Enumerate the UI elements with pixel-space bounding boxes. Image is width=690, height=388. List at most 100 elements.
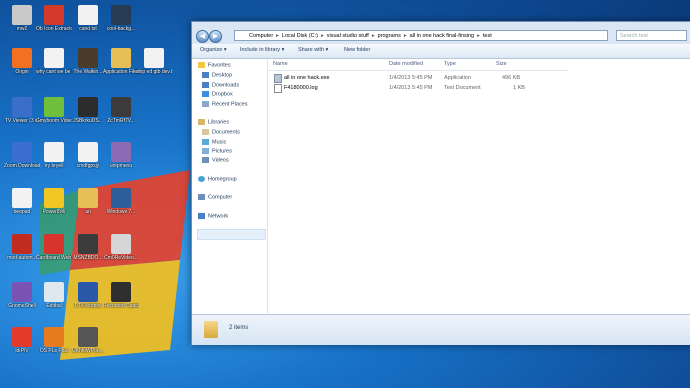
desktop-icon-item[interactable]: UKhIbWPoo... <box>70 327 106 354</box>
forward-button[interactable]: ▶ <box>209 30 222 43</box>
app-icon <box>78 48 98 68</box>
desktop-icon <box>202 72 209 78</box>
desktop-icon-item[interactable]: Windows 7... <box>103 188 139 215</box>
desktop-icon-label: beepad <box>13 209 31 215</box>
desktop-icon-item[interactable]: OS PLs Plus <box>36 327 72 354</box>
desktop-icon-item[interactable]: ship ed gtb dev.tsthis... <box>136 48 172 75</box>
breadcrumb-segment[interactable]: visual studio stuff <box>327 33 369 39</box>
desktop-icon-item[interactable]: TV Viewer (3 s) <box>4 97 40 124</box>
desktop-icon-item[interactable]: GnomeShell <box>4 282 40 309</box>
nav-desktop[interactable]: Desktop <box>202 72 232 78</box>
desktop-icon-label: Editbul <box>46 303 62 309</box>
desktop-icon-item[interactable]: untpmenu <box>103 142 139 169</box>
breadcrumb-separator[interactable]: ▸ <box>369 33 378 39</box>
desktop-icon-item[interactable]: ari <box>70 188 106 215</box>
desktop-icon-item[interactable]: JSBkrkuDS... <box>70 97 106 124</box>
nav-network[interactable]: Network <box>198 213 228 219</box>
file-size: 1 KB <box>513 85 525 91</box>
app-icon <box>44 188 64 208</box>
file-size: 496 KB <box>502 75 521 81</box>
desktop-icon-item[interactable]: MSNZBDO... <box>70 234 106 261</box>
back-button[interactable]: ◀ <box>196 30 209 43</box>
desktop-icon-item[interactable]: cmdfgpxjy <box>70 142 106 169</box>
header-divider <box>268 70 568 71</box>
app-icon <box>44 5 64 25</box>
breadcrumb-separator[interactable]: ▸ <box>318 33 327 39</box>
desktop-icon-item[interactable]: Editbul <box>36 282 72 309</box>
nav-videos[interactable]: Videos <box>202 157 229 163</box>
file-type: Text Document <box>444 85 481 91</box>
desktop-icon-item[interactable]: Recorded Capcard <box>103 282 139 309</box>
desktop-icon-item[interactable]: Zoom Downloader <box>4 142 40 169</box>
desktop-icon-item[interactable]: DTKWrdpsy <box>70 282 106 309</box>
network-icon <box>198 213 205 219</box>
desktop-icon-item[interactable]: Ob Icon Extractor <box>36 5 72 32</box>
desktop-icon-label: Power8Wi <box>42 209 66 215</box>
column-date-modified[interactable]: Date modified <box>389 61 423 67</box>
nav-recent-places[interactable]: Recent Places <box>202 101 247 107</box>
breadcrumb-separator[interactable]: ▸ <box>474 33 483 39</box>
breadcrumb-segment[interactable]: Computer <box>249 33 273 39</box>
desktop-icon-label: why cant we be friends <box>36 69 72 75</box>
app-icon <box>12 97 32 117</box>
desktop-icon-item[interactable]: Cardboard Web Browser <box>36 234 72 261</box>
desktop-icon-label: cool-backg... <box>106 26 136 32</box>
column-name[interactable]: Name <box>273 61 288 67</box>
app-icon <box>44 142 64 162</box>
desktop-icon-item[interactable]: beepad <box>4 188 40 215</box>
app-icon <box>44 97 64 117</box>
nav-music[interactable]: Music <box>202 139 226 145</box>
nav-libraries[interactable]: Libraries <box>198 119 229 125</box>
desktop-icon-item[interactable]: try bryell <box>36 142 72 169</box>
column-type[interactable]: Type <box>444 61 456 67</box>
desktop-icon-label: ldrPlV <box>15 348 29 354</box>
breadcrumb-segment[interactable]: Local Disk (C:) <box>282 33 318 39</box>
desktop-icon-item[interactable]: ldrPlV <box>4 327 40 354</box>
app-icon <box>111 142 131 162</box>
share-with-button[interactable]: Share with ▾ <box>298 47 328 53</box>
breadcrumb-separator[interactable]: ▸ <box>401 33 410 39</box>
desktop-icon-item[interactable]: Origin <box>4 48 40 75</box>
desktop-icon-item[interactable]: Application Files <box>103 48 139 75</box>
desktop-icon-item[interactable]: mw2 <box>4 5 40 32</box>
nav-computer[interactable]: Computer <box>198 194 232 200</box>
application-icon <box>274 74 282 83</box>
desktop-icon-item[interactable]: Power8Wi <box>36 188 72 215</box>
nav-homegroup[interactable]: Homegroup <box>198 176 237 182</box>
nav-downloads[interactable]: Downloads <box>202 82 239 88</box>
item-count: 2 items <box>229 325 249 331</box>
desktop-icon-item[interactable]: ZcTmRf7V... <box>103 97 139 124</box>
desktop-icon-item[interactable]: cool-backg... <box>103 5 139 32</box>
desktop-icon-label: DTKWrdpsy <box>74 303 102 309</box>
breadcrumb-separator[interactable]: ▸ <box>273 33 282 39</box>
organize-button[interactable]: Organize ▾ <box>200 47 227 53</box>
address-bar[interactable]: Computer ▸ Local Disk (C:) ▸ visual studio s… <box>234 30 608 41</box>
desktop-icon-item[interactable]: The Walkin... <box>70 48 106 75</box>
desktop-icon-item[interactable]: Cm0ReVideo... <box>103 234 139 261</box>
nav-dropbox[interactable]: Dropbox <box>202 91 233 97</box>
desktop-icon-label: TV Viewer (3 s) <box>4 118 40 124</box>
folder-icon <box>204 321 218 338</box>
app-icon <box>12 327 32 347</box>
breadcrumb-segment[interactable]: test <box>483 33 492 39</box>
nav-favorites[interactable]: Favorites <box>198 62 231 68</box>
column-size[interactable]: Size <box>496 61 507 67</box>
desktop-icon-label: The Walkin... <box>73 69 103 75</box>
breadcrumb-segment[interactable]: programs <box>378 33 401 39</box>
breadcrumb-segment[interactable]: all in one hack final-finsing <box>410 33 475 39</box>
desktop-icon-item[interactable]: cand.txt <box>70 5 106 32</box>
app-icon <box>44 282 64 302</box>
file-row[interactable]: all in one hack.exe 1/4/2013 5:45 PM App… <box>268 73 568 83</box>
command-bar: Organize ▾ Include in library ▾ Share wi… <box>192 44 690 59</box>
new-folder-button[interactable]: New folder <box>344 47 370 53</box>
desktop-icon-item[interactable]: why cant we be friends <box>36 48 72 75</box>
file-row[interactable]: F4180000.log 1/4/2013 5:45 PM Text Docum… <box>268 83 568 93</box>
app-icon <box>78 188 98 208</box>
include-in-library-button[interactable]: Include in library ▾ <box>240 47 284 53</box>
desktop-icon-item[interactable]: mod-autom... <box>4 234 40 261</box>
desktop-icon-item[interactable]: Gmyboom Video <box>36 97 72 124</box>
nav-pictures[interactable]: Pictures <box>202 148 232 154</box>
app-icon <box>12 282 32 302</box>
nav-documents[interactable]: Documents <box>202 129 240 135</box>
search-input[interactable]: Search test <box>616 30 687 41</box>
